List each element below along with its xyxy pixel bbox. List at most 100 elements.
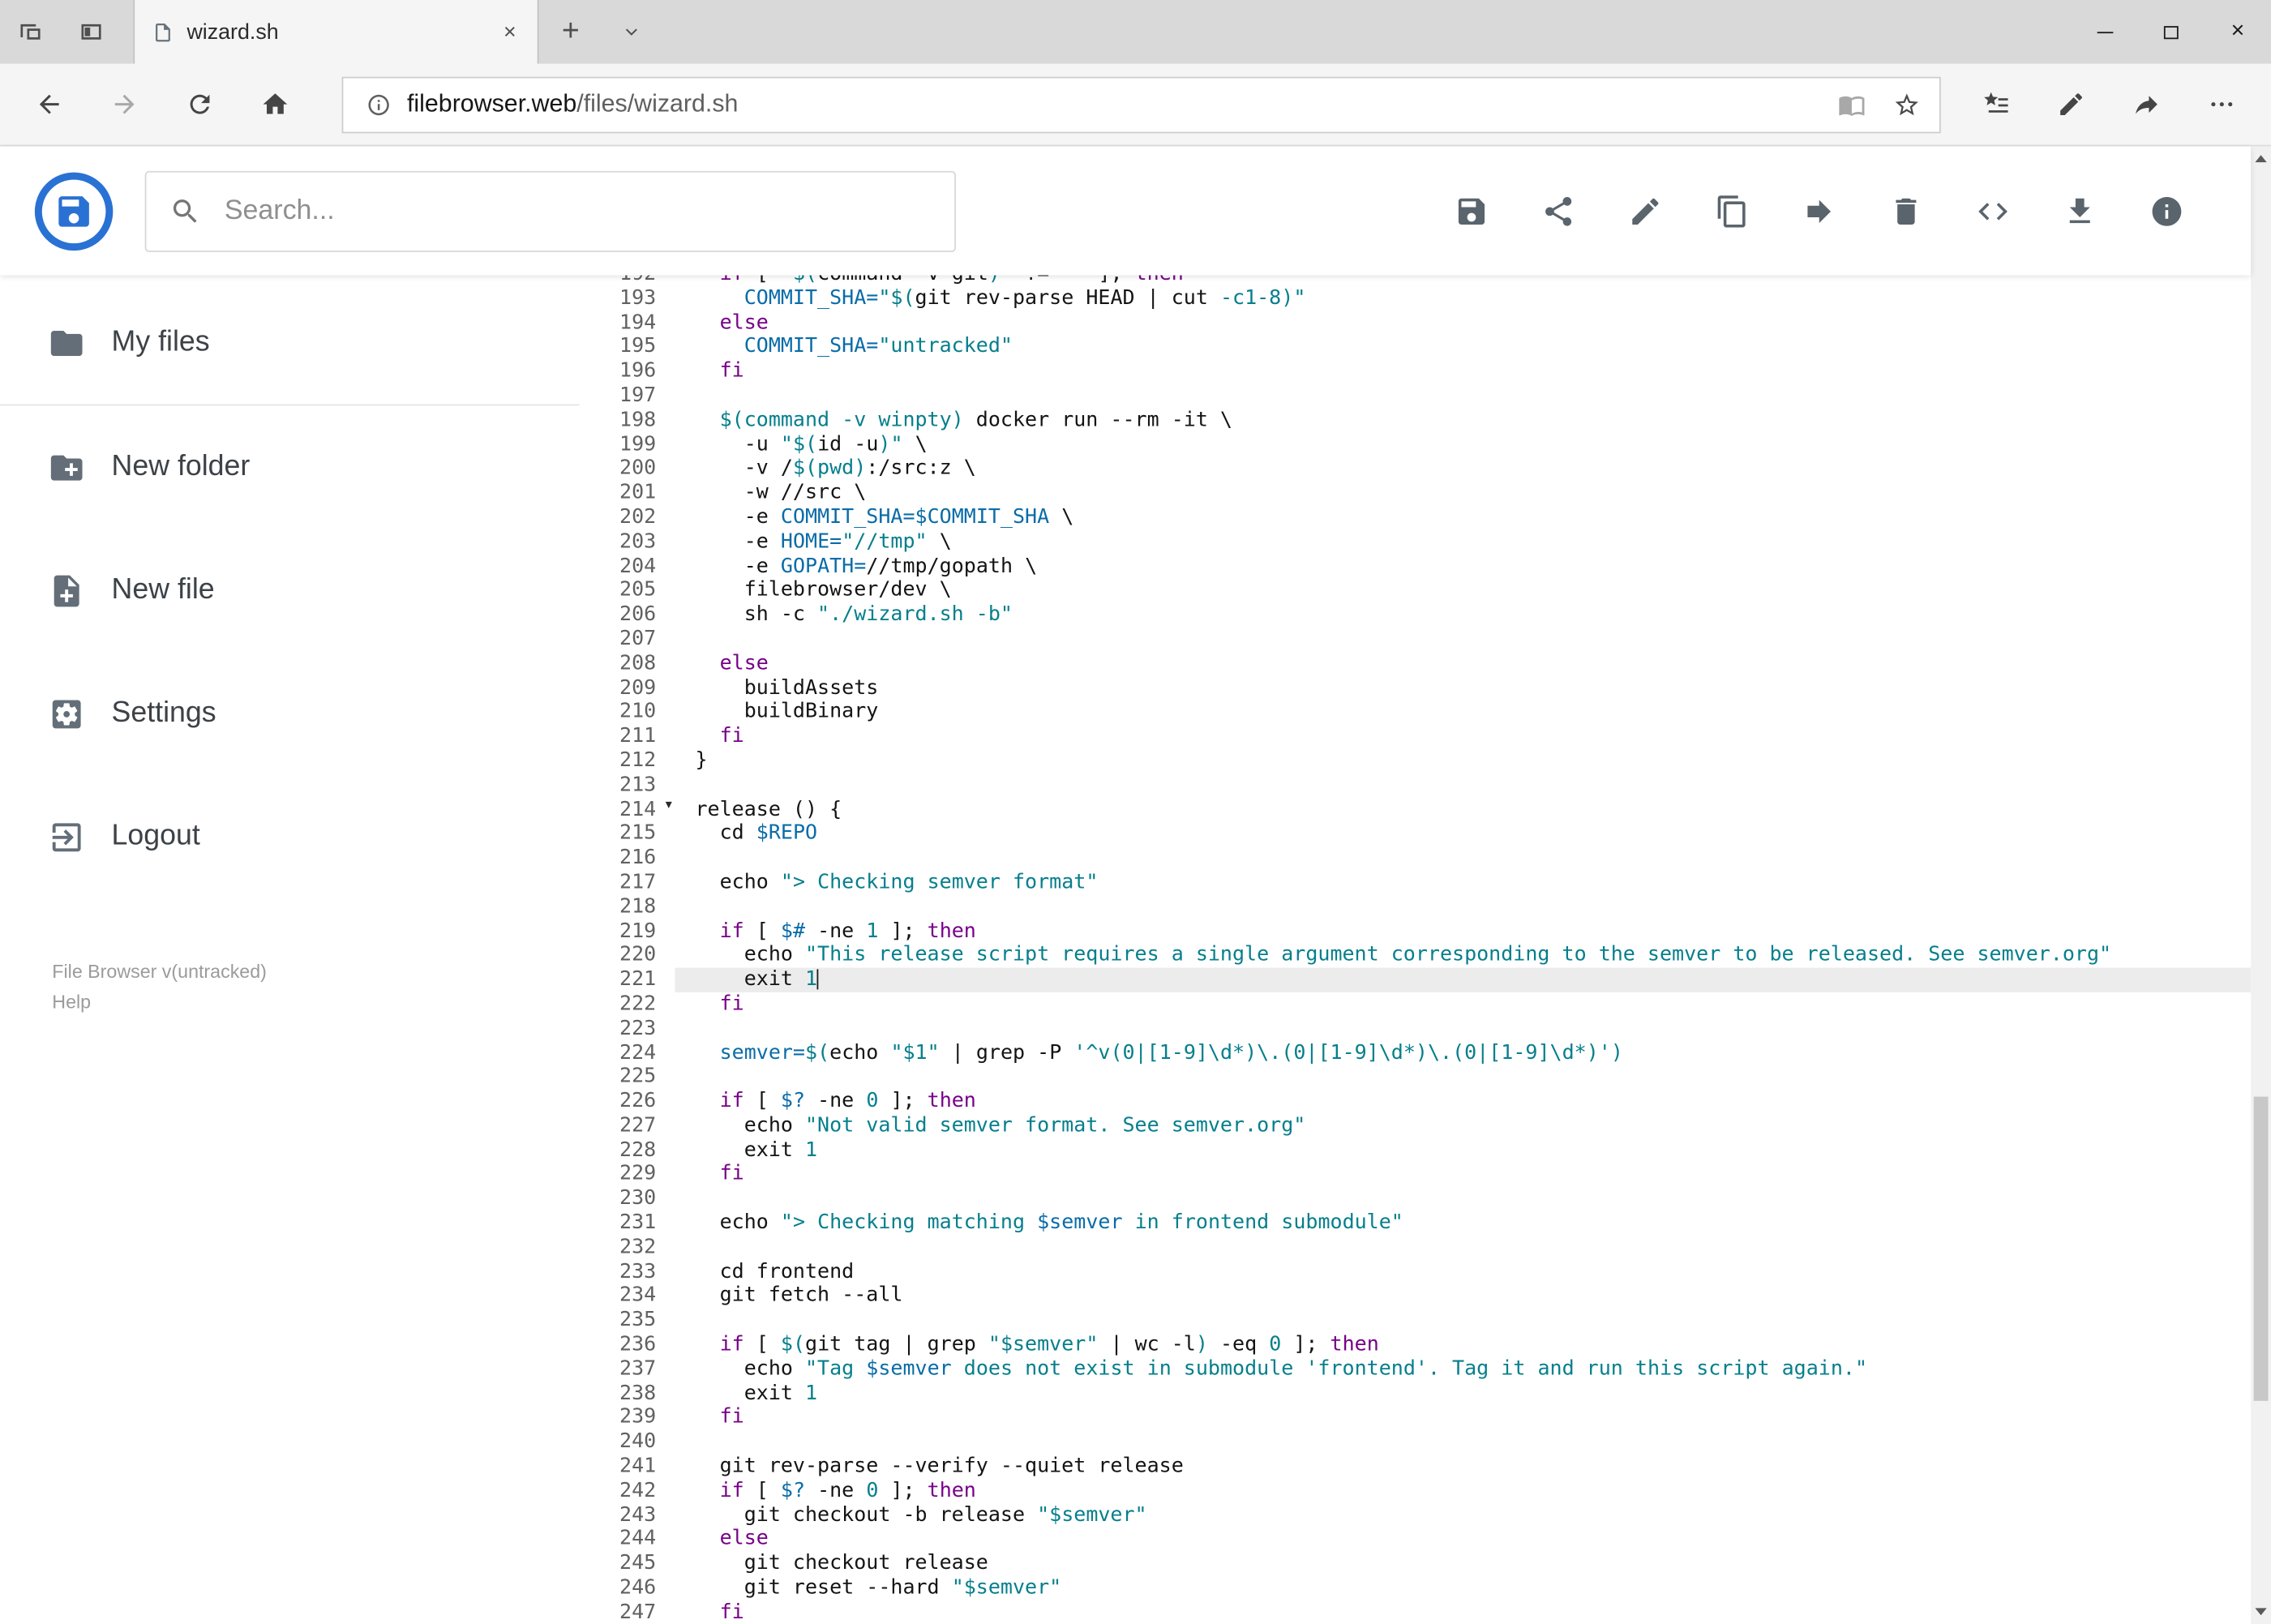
code-line-text[interactable]: echo "Tag $semver does not exist in subm… [675,1357,2251,1382]
code-line[interactable]: 194 else [580,311,2252,335]
search-box[interactable] [144,169,957,252]
tabs-preview-button[interactable] [61,0,122,64]
rename-button[interactable] [1628,194,1663,229]
code-line[interactable]: 222 fi [580,992,2252,1017]
more-button[interactable] [2184,71,2260,138]
code-line-text[interactable]: sh -c "./wizard.sh -b" [675,603,2251,628]
code-line[interactable]: 212} [580,749,2252,773]
code-line-text[interactable]: git checkout release [675,1552,2251,1576]
code-line-text[interactable]: fi [675,725,2251,749]
copy-button[interactable] [1715,194,1750,229]
raw-view-button[interactable] [1976,194,2011,229]
code-line[interactable]: 211 fi [580,725,2252,749]
code-line[interactable]: 213 [580,773,2252,798]
code-line-text[interactable]: buildAssets [675,676,2251,701]
forward-button[interactable] [87,71,162,138]
code-line[interactable]: 223 [580,1017,2252,1041]
code-line[interactable]: 224 semver=$(echo "$1" | grep -P '^v(0|[… [580,1041,2252,1065]
code-line[interactable]: 226 if [ $? -ne 0 ]; then [580,1090,2252,1114]
scrollbar-thumb[interactable] [2253,1096,2269,1401]
code-line[interactable]: 229 fi [580,1163,2252,1187]
code-line-text[interactable]: exit 1 [675,1138,2251,1163]
code-line[interactable]: 203 -e HOME="//tmp" \ [580,530,2252,555]
back-button[interactable] [11,71,87,138]
code-line[interactable]: 217 echo "> Checking semver format" [580,871,2252,895]
code-line-text[interactable] [675,628,2251,652]
code-line-text[interactable]: buildBinary [675,701,2251,725]
code-line[interactable]: 202 -e COMMIT_SHA=$COMMIT_SHA \ [580,506,2252,530]
info-button[interactable] [2149,194,2184,229]
code-line[interactable]: 228 exit 1 [580,1138,2252,1163]
minimize-button[interactable] [2072,0,2138,64]
code-line[interactable]: 193 COMMIT_SHA="$(git rev-parse HEAD | c… [580,286,2252,311]
set-tabs-aside-button[interactable] [0,0,61,64]
help-link[interactable]: Help [52,987,579,1018]
fold-marker-icon[interactable]: ▾ [666,799,672,812]
code-line[interactable]: 234 git fetch --all [580,1284,2252,1309]
code-line[interactable]: 242 if [ $? -ne 0 ]; then [580,1479,2252,1503]
code-line-text[interactable]: if [ $# -ne 1 ]; then [675,919,2251,944]
code-line-text[interactable]: release () { [675,798,2251,822]
code-line-text[interactable] [675,846,2251,871]
code-line-text[interactable]: COMMIT_SHA="untracked" [675,335,2251,359]
new-tab-button[interactable]: + [539,0,603,64]
sidebar-item-new-folder[interactable]: New folder [0,405,580,529]
code-line[interactable]: 238 exit 1 [580,1382,2252,1406]
code-line-text[interactable] [675,1017,2251,1041]
code-line[interactable]: 245 git checkout release [580,1552,2252,1576]
code-line[interactable]: 210 buildBinary [580,701,2252,725]
code-line-text[interactable]: fi [675,992,2251,1017]
code-line-text[interactable]: cd $REPO [675,822,2251,846]
code-line-text[interactable]: fi [675,1163,2251,1187]
code-line-text[interactable] [675,1065,2251,1090]
code-line[interactable]: 233 cd frontend [580,1260,2252,1284]
code-line-text[interactable] [675,1309,2251,1333]
code-line[interactable]: 209 buildAssets [580,676,2252,701]
code-line-text[interactable]: COMMIT_SHA="$(git rev-parse HEAD | cut -… [675,286,2251,311]
code-line-text[interactable]: -e GOPATH=//tmp/gopath \ [675,555,2251,579]
code-line-text[interactable]: -v /$(pwd):/src:z \ [675,457,2251,482]
code-line-text[interactable]: git fetch --all [675,1284,2251,1309]
tab-list-chevron-button[interactable] [602,0,660,64]
code-line-text[interactable]: fi [675,1600,2251,1624]
code-line[interactable]: 192 if [ "$(command -v git)" != "" ]; th… [580,275,2252,286]
code-line-text[interactable]: echo "> Checking matching $semver in fro… [675,1211,2251,1236]
site-info-button[interactable] [349,92,407,116]
code-line-text[interactable]: fi [675,1406,2251,1430]
code-line[interactable]: 236 if [ $(git tag | grep "$semver" | wc… [580,1333,2252,1357]
url-field[interactable]: filebrowser.web/files/wizard.sh [341,75,1941,133]
code-editor[interactable]: 192 if [ "$(command -v git)" != "" ]; th… [580,275,2252,1624]
code-line-text[interactable]: if [ $? -ne 0 ]; then [675,1090,2251,1114]
code-line-text[interactable] [675,1236,2251,1260]
code-line-text[interactable] [675,1187,2251,1211]
code-line[interactable]: 208 else [580,652,2252,676]
code-line-text[interactable]: if [ "$(command -v git)" != "" ]; then [675,275,2251,286]
code-line[interactable]: 207 [580,628,2252,652]
code-line[interactable]: 216 [580,846,2252,871]
share-button[interactable] [1541,194,1576,229]
code-lines[interactable]: 192 if [ "$(command -v git)" != "" ]; th… [580,275,2252,1624]
code-line[interactable]: 201 -w //src \ [580,482,2252,506]
code-line[interactable]: 215 cd $REPO [580,822,2252,846]
maximize-button[interactable] [2138,0,2205,64]
code-line-text[interactable]: -e HOME="//tmp" \ [675,530,2251,555]
code-line-text[interactable]: else [675,311,2251,335]
code-line[interactable]: 221 exit 1 [580,967,2252,992]
code-line-text[interactable]: } [675,749,2251,773]
code-line-text[interactable]: if [ $(git tag | grep "$semver" | wc -l)… [675,1333,2251,1357]
home-button[interactable] [238,71,313,138]
code-line-text[interactable]: echo "> Checking semver format" [675,871,2251,895]
code-line-text[interactable] [675,895,2251,919]
code-line[interactable]: 235 [580,1309,2252,1333]
code-line-text[interactable]: fi [675,359,2251,384]
page-scrollbar[interactable] [2251,146,2271,1624]
code-line-text[interactable] [675,1430,2251,1455]
sidebar-item-my-files[interactable]: My files [0,281,580,405]
scroll-up-button[interactable] [2251,148,2271,169]
code-line-text[interactable]: -u "$(id -u)" \ [675,432,2251,456]
code-line[interactable]: 240 [580,1430,2252,1455]
code-line-text[interactable]: exit 1 [675,967,2252,992]
delete-button[interactable] [1888,194,1923,229]
reading-view-button[interactable] [1823,91,1879,118]
code-line-text[interactable]: -e COMMIT_SHA=$COMMIT_SHA \ [675,506,2251,530]
